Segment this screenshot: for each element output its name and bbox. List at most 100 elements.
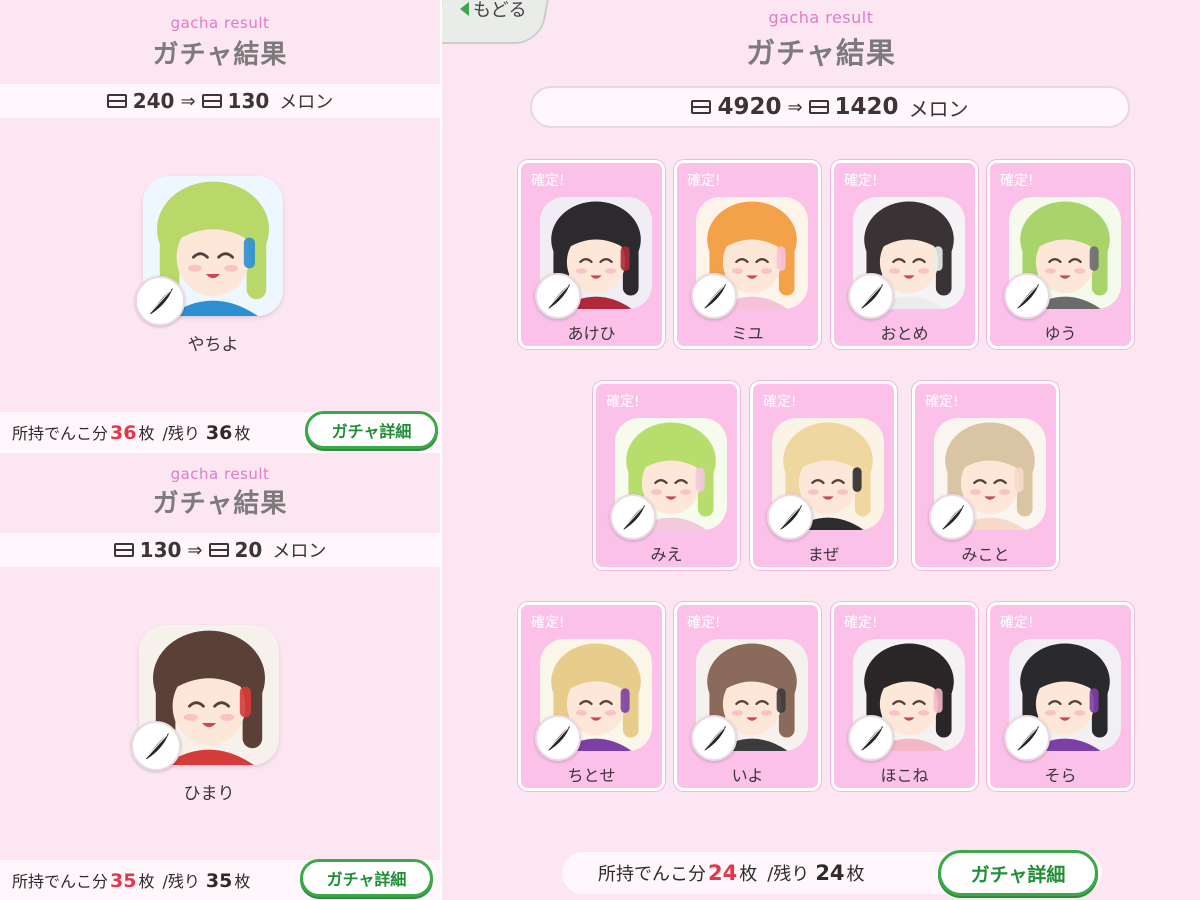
guaranteed-label: 確定! [844, 615, 878, 631]
remain-unit: 枚 [846, 864, 865, 885]
guaranteed-label: 確定! [531, 173, 565, 189]
card-icon [106, 94, 127, 108]
cost-after: 130 [227, 89, 270, 113]
gacha-result-subtitle: gacha result [170, 465, 270, 483]
melon-cost-bar: 130 ⇒ 20 メロン [0, 533, 440, 567]
feather-badge-icon [767, 494, 813, 540]
gacha-detail-button[interactable]: ガチャ詳細 [938, 850, 1098, 896]
stock-unit: 枚 [739, 864, 758, 885]
result-card[interactable]: 確定! みこと [912, 381, 1059, 570]
character-name: そら [1044, 766, 1077, 785]
character-name: みえ [650, 545, 683, 564]
character-name: まぜ [807, 545, 840, 564]
feather-badge-icon [535, 273, 581, 319]
character-name: やちよ [187, 335, 239, 355]
feather-badge-icon [131, 721, 181, 771]
stock-info: 所持でんこ分 24 枚 /残り 24 枚 [562, 860, 865, 886]
remain-prefix: /残り [767, 864, 810, 885]
guaranteed-label: 確定! [925, 394, 959, 410]
gacha-result-title: ガチャ結果 [152, 489, 288, 519]
feather-badge-icon [610, 494, 656, 540]
remain-count: 35 [205, 870, 233, 892]
character-name: いよ [731, 766, 764, 785]
character-name: ちとせ [567, 766, 616, 785]
guaranteed-label: 確定! [763, 394, 797, 410]
result-card[interactable]: 確定! ミユ [674, 160, 821, 349]
feather-badge-icon [535, 715, 581, 761]
cost-before: 130 [139, 538, 182, 562]
result-card[interactable]: 確定! おとめ [831, 160, 978, 349]
remain-prefix: /残り [162, 872, 200, 891]
result-panel-bottom-left: gacha result ガチャ結果 130 ⇒ 20 メロン ひまり 所持でん… [0, 453, 440, 900]
arrow-icon: ⇒ [787, 96, 803, 118]
cost-after: 20 [234, 538, 263, 562]
remain-unit: 枚 [234, 423, 251, 443]
feather-badge-icon [691, 715, 737, 761]
result-panel-top-left: gacha result ガチャ結果 240 ⇒ 130 メロン やちよ 所持で… [0, 0, 440, 451]
arrow-icon: ⇒ [187, 539, 203, 561]
melon-cost-bar: 4920 ⇒ 1420 メロン [530, 86, 1130, 128]
stock-count: 24 [708, 861, 738, 885]
character-name: おとめ [880, 324, 929, 343]
arrow-icon: ⇒ [180, 90, 196, 112]
gacha-result-title: ガチャ結果 [746, 36, 896, 70]
character-name: あけひ [567, 324, 616, 343]
result-card[interactable]: 確定! いよ [674, 602, 821, 791]
stock-info: 所持でんこ分 35 枚 /残り 35 枚 [0, 868, 250, 892]
stock-count: 35 [110, 870, 137, 892]
character-name: ゆう [1044, 324, 1077, 343]
cost-before: 240 [132, 89, 175, 113]
guaranteed-label: 確定! [1000, 615, 1034, 631]
result-card[interactable]: 確定! そら [987, 602, 1134, 791]
remain-count: 36 [205, 421, 233, 444]
feather-badge-icon [848, 273, 894, 319]
stock-info: 所持でんこ分 36 枚 /残り 36 枚 [0, 420, 250, 444]
currency-label: メロン [908, 96, 969, 121]
result-card[interactable]: 確定! ちとせ [518, 602, 665, 791]
result-card[interactable]: 確定! まぜ [750, 381, 897, 570]
card-icon [113, 543, 134, 557]
card-icon [691, 100, 712, 114]
guaranteed-label: 確定! [606, 394, 640, 410]
gacha-result-title: ガチャ結果 [152, 40, 288, 70]
stock-prefix: 所持でんこ分 [12, 423, 109, 443]
character-name: ミユ [731, 324, 764, 343]
character-name: ほこね [880, 766, 929, 785]
card-icon [208, 543, 229, 557]
gacha-result-subtitle: gacha result [170, 14, 270, 32]
guaranteed-label: 確定! [687, 615, 721, 631]
remain-prefix: /残り [162, 423, 200, 443]
feather-badge-icon [1004, 273, 1050, 319]
gacha-detail-button[interactable]: ガチャ詳細 [300, 859, 433, 897]
result-card[interactable]: 確定! あけひ [518, 160, 665, 349]
feather-badge-icon [135, 276, 185, 326]
currency-label: メロン [279, 92, 334, 113]
result-card[interactable]: 確定! ほこね [831, 602, 978, 791]
stock-prefix: 所持でんこ分 [12, 872, 109, 891]
feather-badge-icon [1004, 715, 1050, 761]
feather-badge-icon [691, 273, 737, 319]
character-name: ひまり [183, 784, 235, 804]
currency-label: メロン [272, 541, 327, 562]
character-name: みこと [961, 545, 1010, 564]
guaranteed-label: 確定! [1000, 173, 1034, 189]
guaranteed-label: 確定! [844, 173, 878, 189]
feather-badge-icon [929, 494, 975, 540]
stock-count: 36 [110, 421, 137, 444]
card-icon [808, 100, 829, 114]
cost-before: 4920 [717, 94, 782, 120]
feather-badge-icon [848, 715, 894, 761]
result-card[interactable]: 確定! ゆう [987, 160, 1134, 349]
remain-unit: 枚 [234, 872, 251, 891]
stock-unit: 枚 [138, 423, 155, 443]
cost-after: 1420 [834, 94, 899, 120]
gacha-result-subtitle: gacha result [768, 8, 874, 27]
card-icon [201, 94, 222, 108]
guaranteed-label: 確定! [687, 173, 721, 189]
result-panel-main: もどる gacha result ガチャ結果 4920 ⇒ 1420 メロン 確… [442, 0, 1200, 900]
stock-unit: 枚 [138, 872, 155, 891]
stock-prefix: 所持でんこ分 [598, 864, 706, 885]
melon-cost-bar: 240 ⇒ 130 メロン [0, 84, 440, 118]
gacha-detail-button[interactable]: ガチャ詳細 [305, 411, 438, 449]
result-card[interactable]: 確定! みえ [593, 381, 740, 570]
